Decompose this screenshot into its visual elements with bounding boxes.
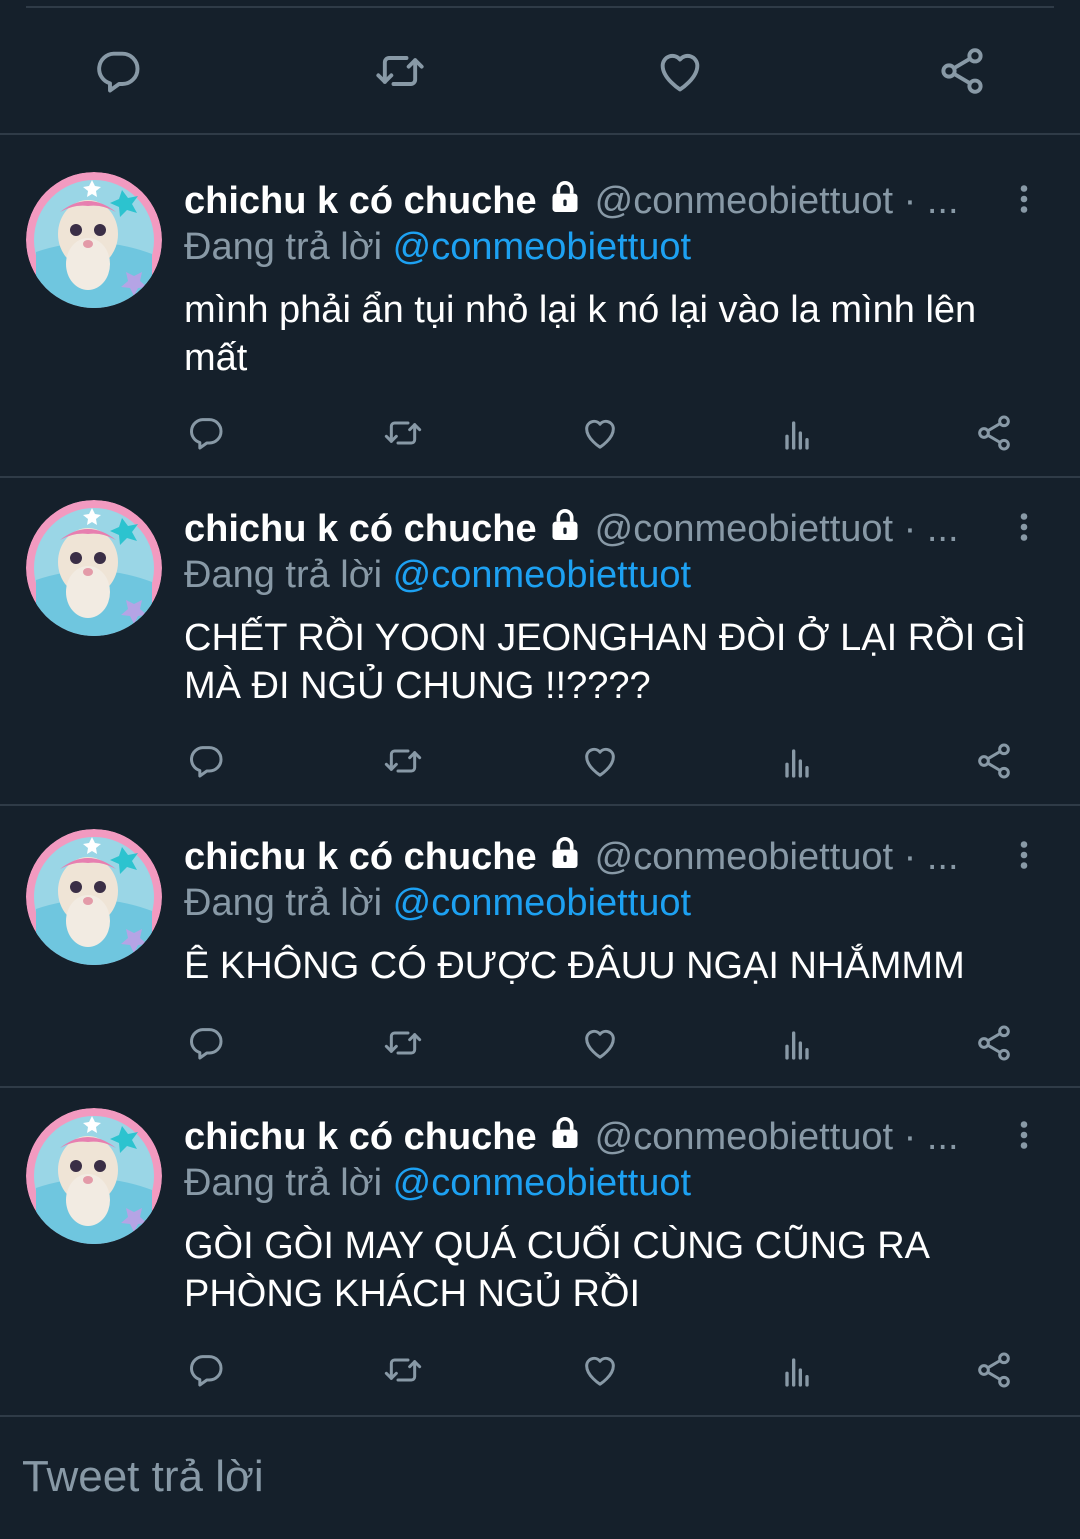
like-icon[interactable]: [652, 43, 708, 99]
reply-icon[interactable]: [184, 739, 228, 783]
replying-to-label: Đang trả lời: [184, 1162, 383, 1204]
avatar[interactable]: [26, 1108, 162, 1244]
user-handle: @conmeobiettuot · ...: [594, 508, 959, 550]
replying-to-label: Đang trả lời: [184, 554, 383, 596]
tweet-text: mình phải ẩn tụi nhỏ lại k nó lại vào la…: [184, 289, 977, 379]
tweet-header: chichu k có chuche @conmeobiettuot · ...: [184, 505, 959, 551]
reply-icon[interactable]: [184, 1021, 228, 1065]
share-icon[interactable]: [972, 1021, 1016, 1065]
tweet-actions: [0, 1348, 1080, 1396]
tweet-actions: [0, 1021, 1080, 1069]
replying-to: Đang trả lời @conmeobiettuot: [184, 1160, 691, 1206]
analytics-icon[interactable]: [775, 411, 819, 455]
retweet-icon[interactable]: [381, 1021, 425, 1065]
lock-icon: [545, 177, 585, 217]
retweet-icon[interactable]: [372, 43, 428, 99]
user-handle: @conmeobiettuot · ...: [594, 180, 959, 222]
analytics-icon[interactable]: [775, 1348, 819, 1392]
replying-to-label: Đang trả lời: [184, 226, 383, 268]
lock-icon: [545, 505, 585, 545]
display-name[interactable]: chichu k có chuche: [184, 836, 537, 878]
avatar[interactable]: [26, 829, 162, 965]
mention-link[interactable]: @conmeobiettuot: [393, 226, 691, 268]
avatar[interactable]: [26, 500, 162, 636]
reply-tweet[interactable]: chichu k có chuche @conmeobiettuot · ... …: [0, 135, 1080, 476]
tweet-header: chichu k có chuche @conmeobiettuot · ...: [184, 833, 959, 879]
share-icon[interactable]: [972, 1348, 1016, 1392]
tweet-header: chichu k có chuche @conmeobiettuot · ...: [184, 1113, 959, 1159]
tweet-text: GÒI GÒI MAY QUÁ CUỐI CÙNG CŨNG RA PHÒNG …: [184, 1225, 928, 1315]
tweet-actions: [0, 411, 1080, 459]
like-icon[interactable]: [578, 1348, 622, 1392]
tweet-text: CHẾT RỒI YOON JEONGHAN ĐÒI Ở LẠI RỒI GÌ …: [184, 617, 1026, 707]
analytics-icon[interactable]: [775, 1021, 819, 1065]
replying-to: Đang trả lời @conmeobiettuot: [184, 224, 691, 270]
more-options-icon[interactable]: [1006, 833, 1042, 877]
reply-icon[interactable]: [184, 1348, 228, 1392]
retweet-icon[interactable]: [381, 411, 425, 455]
like-icon[interactable]: [578, 739, 622, 783]
user-handle: @conmeobiettuot · ...: [594, 836, 959, 878]
main-tweet-actions: [0, 8, 1080, 133]
display-name[interactable]: chichu k có chuche: [184, 1116, 537, 1158]
replying-to: Đang trả lời @conmeobiettuot: [184, 880, 691, 926]
reply-tweet[interactable]: chichu k có chuche @conmeobiettuot · ... …: [0, 806, 1080, 1086]
display-name[interactable]: chichu k có chuche: [184, 508, 537, 550]
tweet-header: chichu k có chuche @conmeobiettuot · ...: [184, 177, 959, 223]
more-options-icon[interactable]: [1006, 177, 1042, 221]
like-icon[interactable]: [578, 1021, 622, 1065]
mention-link[interactable]: @conmeobiettuot: [393, 554, 691, 596]
retweet-icon[interactable]: [381, 1348, 425, 1392]
lock-icon: [545, 1113, 585, 1153]
reply-icon[interactable]: [90, 43, 146, 99]
share-icon[interactable]: [972, 411, 1016, 455]
tweet-text: Ê KHÔNG CÓ ĐƯỢC ĐÂUU NGẠI NHẮMMM: [184, 945, 965, 987]
reply-tweet[interactable]: chichu k có chuche @conmeobiettuot · ... …: [0, 478, 1080, 804]
user-handle: @conmeobiettuot · ...: [594, 1116, 959, 1158]
reply-input[interactable]: [22, 1447, 1052, 1507]
share-icon[interactable]: [972, 739, 1016, 783]
more-options-icon[interactable]: [1006, 505, 1042, 549]
display-name[interactable]: chichu k có chuche: [184, 180, 537, 222]
reply-composer: [0, 1417, 1080, 1539]
mention-link[interactable]: @conmeobiettuot: [393, 1162, 691, 1204]
mention-link[interactable]: @conmeobiettuot: [393, 882, 691, 924]
like-icon[interactable]: [578, 411, 622, 455]
tweet-actions: [0, 739, 1080, 787]
more-options-icon[interactable]: [1006, 1113, 1042, 1157]
avatar[interactable]: [26, 172, 162, 308]
retweet-icon[interactable]: [381, 739, 425, 783]
reply-tweet[interactable]: chichu k có chuche @conmeobiettuot · ... …: [0, 1088, 1080, 1415]
share-icon[interactable]: [934, 43, 990, 99]
replying-to: Đang trả lời @conmeobiettuot: [184, 552, 691, 598]
reply-icon[interactable]: [184, 411, 228, 455]
lock-icon: [545, 833, 585, 873]
analytics-icon[interactable]: [775, 739, 819, 783]
replying-to-label: Đang trả lời: [184, 882, 383, 924]
